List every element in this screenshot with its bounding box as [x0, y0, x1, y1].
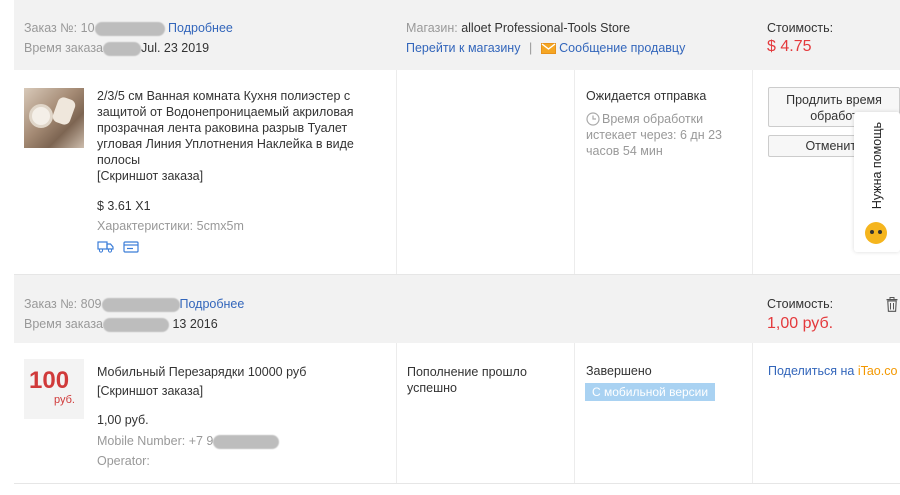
order-body: 2/3/5 см Ванная комната Кухня полиэстер …	[14, 70, 900, 274]
order-status: Завершено	[586, 364, 652, 378]
order-block: Заказ №: 10 Подробнее Время заказа Jul. 2…	[14, 0, 900, 275]
mobile-number-label: Mobile Number: +7 9	[97, 434, 214, 448]
share-row[interactable]: Поделиться на iTao.co	[768, 364, 897, 378]
column-divider	[396, 343, 397, 483]
order-header: Заказ №: 809 Подробнее Время заказа 13 20…	[14, 275, 900, 343]
order-number-prefix: 809	[80, 297, 102, 311]
help-widget[interactable]: Нужна помощь	[854, 112, 900, 252]
clock-icon	[586, 112, 600, 126]
order-snapshot-link[interactable]: [Скриншот заказа]	[97, 169, 203, 183]
order-number-row: Заказ №: 809 Подробнее	[24, 297, 244, 312]
cost-label: Стоимость:	[767, 297, 834, 311]
processing-line-1: Время обработки	[602, 112, 704, 126]
order-number-redacted	[101, 297, 180, 312]
mobile-version-badge: С мобильной версии	[585, 383, 716, 401]
payment-card-icon[interactable]	[123, 240, 140, 253]
store-row: Магазин: alloet Professional-Tools Store	[406, 21, 630, 35]
item-price-qty: 1,00 руб.	[97, 413, 149, 427]
store-label: Магазин:	[406, 21, 458, 35]
refill-status: Пополнение прошло успешно	[407, 364, 527, 396]
itao-brand[interactable]: iTao.co	[858, 364, 898, 378]
product-thumbnail[interactable]	[24, 88, 84, 148]
order-details-link[interactable]: Подробнее	[168, 21, 233, 35]
go-to-store-link[interactable]: Перейти к магазину	[406, 41, 520, 55]
column-divider	[752, 343, 753, 483]
order-time-value: Jul. 23 2019	[141, 41, 210, 55]
store-name: alloet Professional-Tools Store	[461, 21, 631, 35]
help-mascot-icon	[865, 222, 887, 244]
order-number-label: Заказ №:	[24, 297, 78, 311]
processing-line-3: часов 54 мин	[586, 144, 663, 158]
product-title[interactable]: Мобильный Перезарядки 10000 руб	[97, 364, 377, 380]
message-seller-link[interactable]: Сообщение продавцу	[559, 41, 685, 55]
refill-line-1: Пополнение прошло	[407, 365, 527, 379]
tape-roll-image	[29, 104, 53, 128]
order-body: 100 руб. Мобильный Перезарядки 10000 руб…	[14, 343, 900, 483]
order-number-redacted	[94, 21, 165, 36]
order-cost: $ 4.75	[767, 38, 812, 55]
order-time-label: Время заказа	[24, 41, 103, 55]
operator-label: Operator:	[97, 454, 150, 468]
column-divider	[752, 70, 753, 274]
order-time-row: Время заказа Jul. 23 2019	[24, 41, 209, 56]
order-snapshot-link[interactable]: [Скриншот заказа]	[97, 384, 203, 398]
thumbnail-amount: 100	[29, 367, 70, 394]
order-time-redacted	[103, 41, 141, 56]
extend-button-line-1: Продлить время	[786, 93, 882, 107]
item-icons	[97, 240, 140, 256]
help-label: Нужна помощь	[870, 122, 884, 210]
product-thumbnail[interactable]: 100 руб.	[24, 359, 84, 419]
column-divider	[396, 70, 397, 274]
order-block: Заказ №: 809 Подробнее Время заказа 13 20…	[14, 275, 900, 484]
shipping-truck-icon[interactable]	[97, 240, 114, 253]
refill-line-2: успешно	[407, 381, 457, 395]
tape-strip-image	[51, 95, 77, 127]
order-header: Заказ №: 10 Подробнее Время заказа Jul. 2…	[14, 0, 900, 70]
thumbnail-currency: руб.	[54, 394, 75, 406]
order-number-prefix: 10	[80, 21, 95, 35]
order-cost: 1,00 руб.	[767, 315, 834, 332]
column-divider	[574, 70, 575, 274]
processing-time: Время обработки истекает через: 6 дн 23 …	[586, 111, 722, 159]
order-status: Ожидается отправка	[586, 89, 707, 103]
extend-button-line-2: обработ	[810, 109, 858, 123]
cost-label: Стоимость:	[767, 21, 834, 35]
order-number-row: Заказ №: 10 Подробнее	[24, 21, 233, 36]
item-properties: Характеристики: 5cmx5m	[97, 219, 244, 233]
link-separator: |	[528, 41, 533, 55]
order-time-redacted	[103, 317, 169, 332]
orders-list: Заказ №: 10 Подробнее Время заказа Jul. 2…	[14, 0, 900, 495]
order-time-label: Время заказа	[24, 317, 103, 331]
product-title[interactable]: 2/3/5 см Ванная комната Кухня полиэстер …	[97, 88, 377, 168]
order-details-link[interactable]: Подробнее	[180, 297, 245, 311]
mobile-number-row: Mobile Number: +7 9	[97, 434, 280, 449]
trash-icon[interactable]	[886, 297, 898, 312]
share-text[interactable]: Поделиться на	[768, 364, 858, 378]
processing-line-2: истекает через: 6 дн 23	[586, 128, 722, 142]
mail-icon[interactable]	[540, 43, 556, 54]
column-divider	[574, 343, 575, 483]
item-price-qty: $ 3.61 X1	[97, 199, 151, 213]
mobile-number-redacted	[213, 434, 280, 449]
store-links-row: Перейти к магазину | Сообщение продавцу	[406, 41, 685, 55]
order-time-value: 13 2016	[172, 317, 218, 331]
order-time-row: Время заказа 13 2016	[24, 317, 218, 332]
order-number-label: Заказ №:	[24, 21, 78, 35]
